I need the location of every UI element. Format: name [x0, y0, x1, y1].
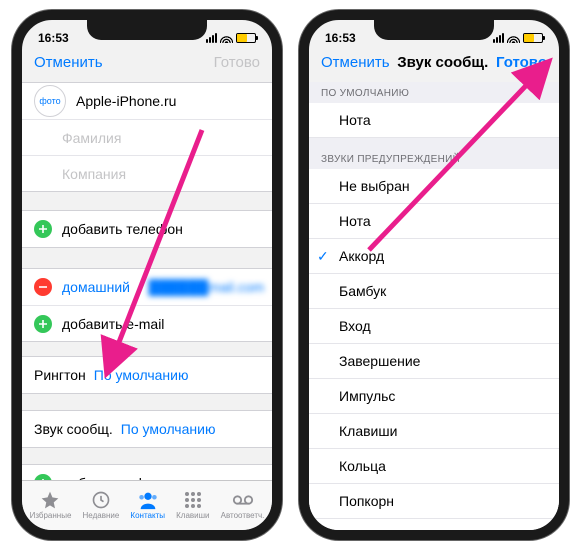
tab-voicemail[interactable]: Автоответч.	[221, 490, 265, 520]
voicemail-icon	[232, 490, 254, 510]
sound-option[interactable]: Импульс	[309, 379, 559, 414]
status-indicators	[493, 33, 543, 43]
sound-option-label: Кольца	[339, 458, 386, 474]
text-sound-value: По умолчанию	[121, 421, 216, 437]
cancel-button[interactable]: Отменить	[34, 54, 103, 71]
sound-option[interactable]: Привет!	[309, 519, 559, 530]
person-icon	[137, 490, 159, 510]
notch	[374, 18, 494, 40]
sound-option[interactable]: Клавиши	[309, 414, 559, 449]
status-indicators	[206, 33, 256, 43]
sound-option-label: Привет!	[339, 528, 390, 530]
battery-icon	[523, 33, 543, 43]
cellular-icon	[206, 33, 217, 43]
annotation-arrow	[92, 120, 222, 385]
done-button-disabled: Готово	[214, 54, 260, 71]
minus-icon	[34, 278, 52, 296]
ringtone-label: Рингтон	[34, 367, 86, 383]
tab-keypad[interactable]: Клавиши	[176, 490, 209, 520]
tab-favorites[interactable]: Избранные	[30, 490, 72, 520]
sound-option[interactable]: Бамбук	[309, 274, 559, 309]
sound-option-label: Импульс	[339, 388, 395, 404]
sound-option-label: Бамбук	[339, 283, 386, 299]
sound-option[interactable]: Вход	[309, 309, 559, 344]
sound-option[interactable]: Попкорн	[309, 484, 559, 519]
phone-right: 16:53 Отменить Звук сообщ. Готово ПО УМО…	[299, 10, 569, 540]
sound-option[interactable]: Кольца	[309, 449, 559, 484]
text-sound-label: Звук сообщ.	[34, 421, 113, 437]
status-time: 16:53	[325, 31, 356, 45]
tab-contacts[interactable]: Контакты	[130, 490, 165, 520]
plus-icon	[34, 315, 52, 333]
name-row[interactable]: фото Apple-iPhone.ru	[22, 83, 272, 119]
notch	[87, 18, 207, 40]
clock-icon	[90, 490, 112, 510]
battery-icon	[236, 33, 256, 43]
sound-option[interactable]: Завершение	[309, 344, 559, 379]
tab-bar: Избранные Недавние Контакты Клавиши Авто…	[22, 480, 272, 530]
text-sound-row[interactable]: Звук сообщ. По умолчанию	[22, 411, 272, 447]
sound-option-label: Попкорн	[339, 493, 394, 509]
sound-option-label: Клавиши	[339, 423, 397, 439]
navbar: Отменить Готово	[22, 50, 272, 79]
tab-recents[interactable]: Недавние	[83, 490, 120, 520]
sound-option-label: Завершение	[339, 353, 420, 369]
photo-button[interactable]: фото	[34, 85, 66, 117]
wifi-icon	[220, 33, 233, 43]
checkmark-icon: ✓	[317, 248, 333, 265]
wifi-icon	[507, 33, 520, 43]
plus-icon	[34, 220, 52, 238]
cellular-icon	[493, 33, 504, 43]
status-time: 16:53	[38, 31, 69, 45]
keypad-icon	[182, 490, 204, 510]
star-icon	[39, 490, 61, 510]
phone-left: 16:53 Отменить Готово фото Apple-iPhone.…	[12, 10, 282, 540]
annotation-arrow	[359, 60, 559, 265]
first-name-field[interactable]: Apple-iPhone.ru	[76, 93, 176, 109]
sound-option-label: Вход	[339, 318, 371, 334]
